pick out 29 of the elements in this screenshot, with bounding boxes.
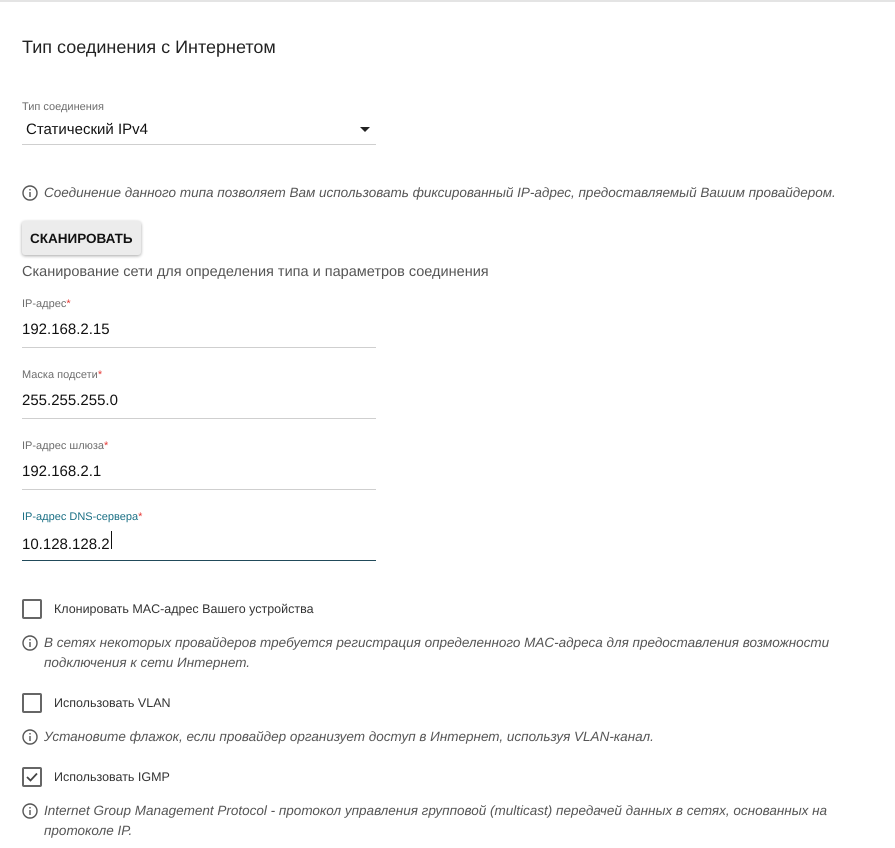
field-label: IP-адрес шлюза*	[22, 439, 110, 453]
input-field[interactable]: 192.168.2.15	[22, 311, 376, 348]
hint-text: В сетях некоторых провайдеров требуется регистрация определенного MAC-адреса для предоставления возможности подключения к сети Интернет.	[44, 634, 830, 672]
checkbox-label: Использовать IGMP	[54, 770, 170, 784]
checkbox-label: Использовать VLAN	[54, 696, 171, 710]
connection-type-select[interactable]: Статический IPv4	[22, 114, 376, 145]
field-label: Маска подсети*	[22, 368, 104, 382]
input-field[interactable]: 192.168.2.1	[22, 453, 376, 490]
scan-note: Сканирование сети для определения типа и параметров соединения	[22, 263, 490, 281]
hint-text: Соединение данного типа позволяет Вам использовать фиксированный IP-адрес, предоставляемый Вашим провайдером.	[44, 184, 836, 202]
info-icon	[22, 185, 38, 201]
info-icon	[22, 803, 38, 819]
field-label: Тип соединения	[22, 100, 105, 114]
checkbox[interactable]	[22, 767, 42, 787]
hint-text: Internet Group Management Protocol - протокол управления групповой (multicast) передачей данных в сетях, основанных на протоколе IP.	[44, 802, 828, 840]
scan-button[interactable]: СКАНИРОВАТЬ	[22, 221, 141, 255]
field-label: IP-адрес DNS-сервера*	[22, 510, 144, 524]
dropdown-caret-icon	[360, 126, 370, 132]
checkbox[interactable]	[22, 599, 42, 619]
field-label: IP-адрес*	[22, 297, 72, 311]
check-icon	[26, 772, 38, 782]
info-icon	[22, 635, 38, 651]
section-title: Тип соединения с Интернетом	[22, 36, 277, 58]
input-field[interactable]: 255.255.255.0	[22, 382, 376, 419]
checkbox[interactable]	[22, 693, 42, 713]
checkbox-label: Клонировать MAC-адрес Вашего устройства	[54, 602, 314, 616]
input-field[interactable]: 10.128.128.2	[22, 524, 376, 561]
info-icon	[22, 729, 38, 745]
hint-text: Установите флажок, если провайдер организует доступ в Интернет, используя VLAN-канал.	[44, 728, 654, 746]
